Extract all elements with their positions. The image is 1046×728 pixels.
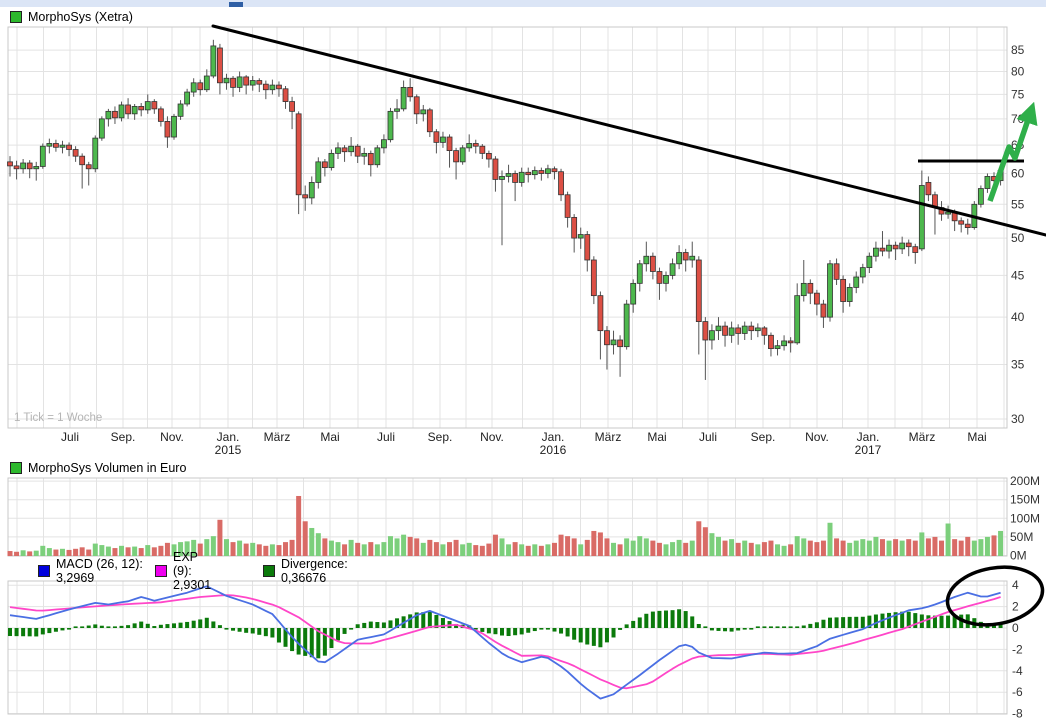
price-series-swatch <box>10 11 22 23</box>
svg-text:50M: 50M <box>1010 530 1033 544</box>
svg-text:4: 4 <box>1012 578 1019 592</box>
divergence-series-swatch <box>263 565 275 577</box>
volume-legend: MorphoSys Volumen in Euro <box>10 461 186 475</box>
svg-text:60: 60 <box>1011 166 1025 180</box>
gridlines <box>8 27 1007 714</box>
svg-text:2015: 2015 <box>215 443 242 457</box>
svg-text:200M: 200M <box>1010 474 1040 488</box>
volume-series-label: MorphoSys Volumen in Euro <box>28 461 186 475</box>
svg-text:85: 85 <box>1011 43 1025 57</box>
svg-text:Mai: Mai <box>647 430 666 444</box>
scrollbar-thumb[interactable] <box>229 2 243 7</box>
svg-text:Mai: Mai <box>320 430 339 444</box>
svg-text:40: 40 <box>1011 310 1025 324</box>
svg-text:80: 80 <box>1011 65 1025 79</box>
svg-text:Sep.: Sep. <box>751 430 776 444</box>
svg-text:150M: 150M <box>1010 493 1040 507</box>
svg-text:35: 35 <box>1011 357 1025 371</box>
svg-text:Nov.: Nov. <box>805 430 829 444</box>
svg-text:100M: 100M <box>1010 511 1040 525</box>
svg-text:Nov.: Nov. <box>160 430 184 444</box>
svg-text:Jan.: Jan. <box>542 430 565 444</box>
svg-text:-6: -6 <box>1012 685 1023 699</box>
macd-line-label: MACD (26, 12): 3,2969 <box>56 557 155 585</box>
svg-text:März: März <box>264 430 291 444</box>
svg-text:Juli: Juli <box>377 430 395 444</box>
price-series-label: MorphoSys (Xetra) <box>28 10 133 24</box>
svg-text:75: 75 <box>1011 87 1025 101</box>
svg-text:-8: -8 <box>1012 707 1023 721</box>
exp-series-swatch <box>155 565 167 577</box>
svg-text:70: 70 <box>1011 112 1025 126</box>
divergence-legend-item: Divergence: 0,36676 <box>263 557 348 585</box>
exp-legend-item: EXP (9): 2,9301 <box>155 550 211 592</box>
macd-legend: MACD (26, 12): 3,2969 EXP (9): 2,9301 Di… <box>38 565 155 577</box>
svg-text:2: 2 <box>1012 600 1019 614</box>
svg-text:Sep.: Sep. <box>428 430 453 444</box>
chart-page: 858075706560555045403530200M150M100M50M0… <box>0 0 1046 728</box>
series-layer <box>8 40 1004 699</box>
svg-text:Juli: Juli <box>61 430 79 444</box>
price-legend: MorphoSys (Xetra) <box>10 10 133 24</box>
exp-line <box>10 595 1001 688</box>
svg-text:2016: 2016 <box>540 443 567 457</box>
svg-text:März: März <box>595 430 622 444</box>
svg-text:-2: -2 <box>1012 642 1023 656</box>
svg-text:März: März <box>909 430 936 444</box>
divergence-label: Divergence: 0,36676 <box>281 557 348 585</box>
svg-text:45: 45 <box>1011 268 1025 282</box>
svg-text:0M: 0M <box>1010 549 1027 563</box>
svg-text:Jan.: Jan. <box>857 430 880 444</box>
svg-text:Mai: Mai <box>967 430 986 444</box>
svg-text:55: 55 <box>1011 197 1025 211</box>
svg-text:50: 50 <box>1011 231 1025 245</box>
svg-text:2017: 2017 <box>855 443 882 457</box>
svg-text:0: 0 <box>1012 621 1019 635</box>
svg-text:30: 30 <box>1011 412 1025 426</box>
exp-line-label: EXP (9): 2,9301 <box>173 550 211 592</box>
tick-note: 1 Tick = 1 Woche <box>14 412 102 424</box>
volume-series-swatch <box>10 462 22 474</box>
scrollbar-track <box>0 0 1046 7</box>
svg-text:-4: -4 <box>1012 664 1023 678</box>
chart-canvas: 858075706560555045403530200M150M100M50M0… <box>0 0 1046 728</box>
svg-text:Juli: Juli <box>699 430 717 444</box>
macd-series-swatch <box>38 565 50 577</box>
svg-text:Nov.: Nov. <box>480 430 504 444</box>
svg-text:Jan.: Jan. <box>217 430 240 444</box>
svg-text:Sep.: Sep. <box>111 430 136 444</box>
trendline <box>213 26 1046 235</box>
